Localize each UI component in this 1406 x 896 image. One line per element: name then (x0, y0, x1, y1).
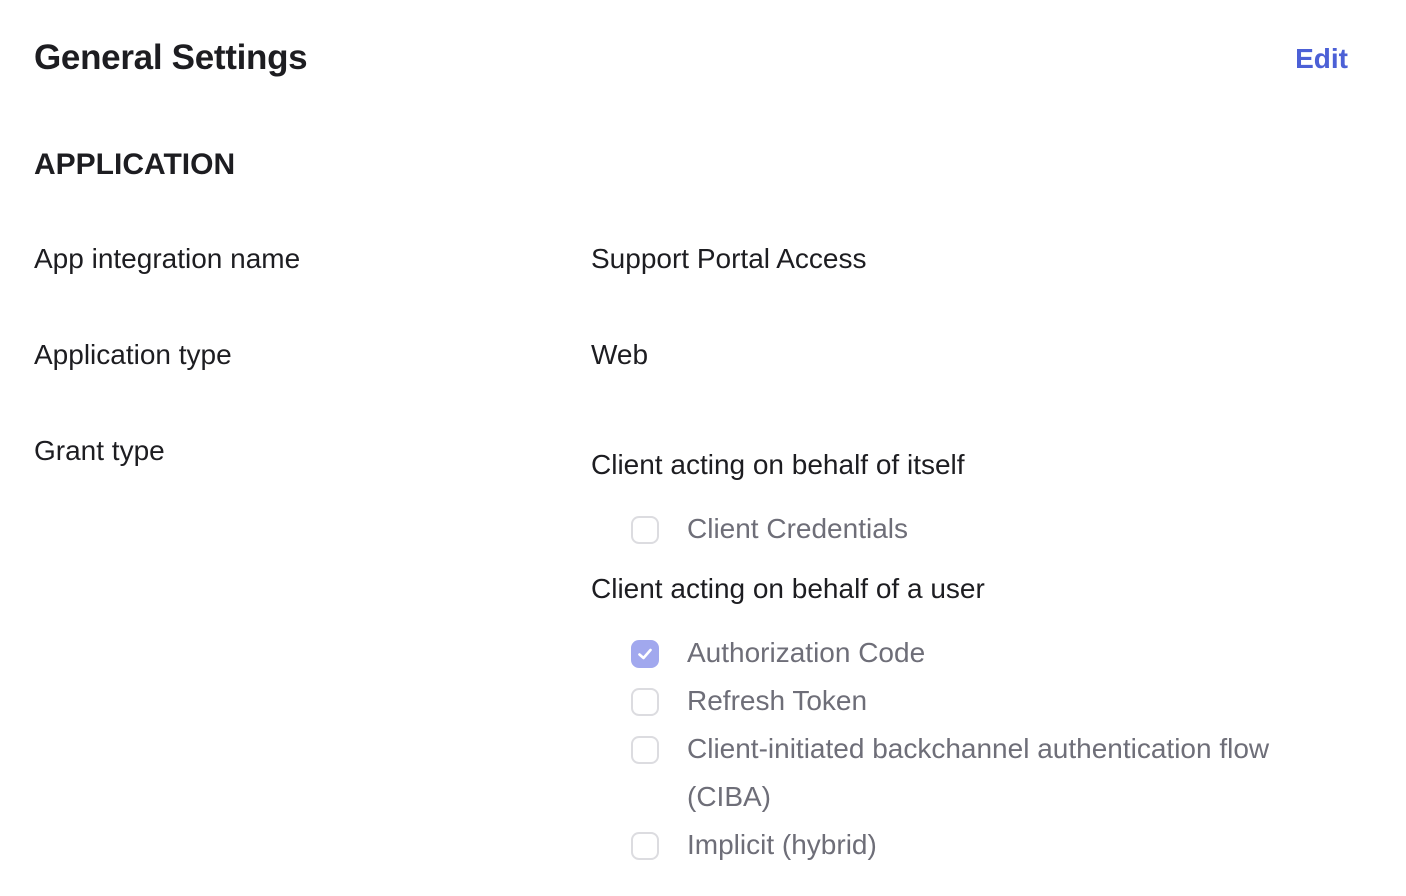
grant-group-itself-title: Client acting on behalf of itself (591, 449, 965, 480)
page-title: General Settings (34, 38, 308, 77)
refresh-token-label: Refresh Token (687, 685, 868, 716)
application-type-label: Application type (34, 339, 232, 370)
ciba-label: Client-initiated backchannel authenticat… (687, 733, 1270, 812)
app-integration-name-value: Support Portal Access (591, 243, 867, 274)
check-icon (638, 648, 652, 660)
edit-button[interactable]: Edit (1295, 43, 1348, 75)
ciba-checkbox[interactable] (631, 736, 659, 764)
client-credentials-label: Client Credentials (687, 513, 908, 544)
implicit-hybrid-checkbox[interactable] (631, 832, 659, 860)
application-type-value: Web (591, 339, 649, 370)
grant-group-user-title: Client acting on behalf of a user (591, 573, 985, 604)
grant-option-authorization-code[interactable]: Authorization Code (631, 637, 1351, 677)
section-heading-application: APPLICATION (34, 148, 236, 181)
client-credentials-checkbox[interactable] (631, 516, 659, 544)
grant-type-label: Grant type (34, 435, 165, 466)
app-integration-name-label: App integration name (34, 243, 301, 274)
authorization-code-checkbox[interactable] (631, 640, 659, 668)
implicit-hybrid-label: Implicit (hybrid) (687, 829, 877, 860)
grant-option-refresh-token[interactable]: Refresh Token (631, 685, 1351, 725)
refresh-token-checkbox[interactable] (631, 688, 659, 716)
general-settings-panel: General Settings Edit APPLICATION App in… (0, 0, 1406, 896)
authorization-code-label: Authorization Code (687, 637, 926, 668)
grant-option-client-credentials[interactable]: Client Credentials (631, 513, 1351, 553)
grant-option-ciba[interactable]: Client-initiated backchannel authenticat… (631, 733, 1351, 821)
grant-option-implicit-hybrid[interactable]: Implicit (hybrid) (631, 829, 1351, 869)
